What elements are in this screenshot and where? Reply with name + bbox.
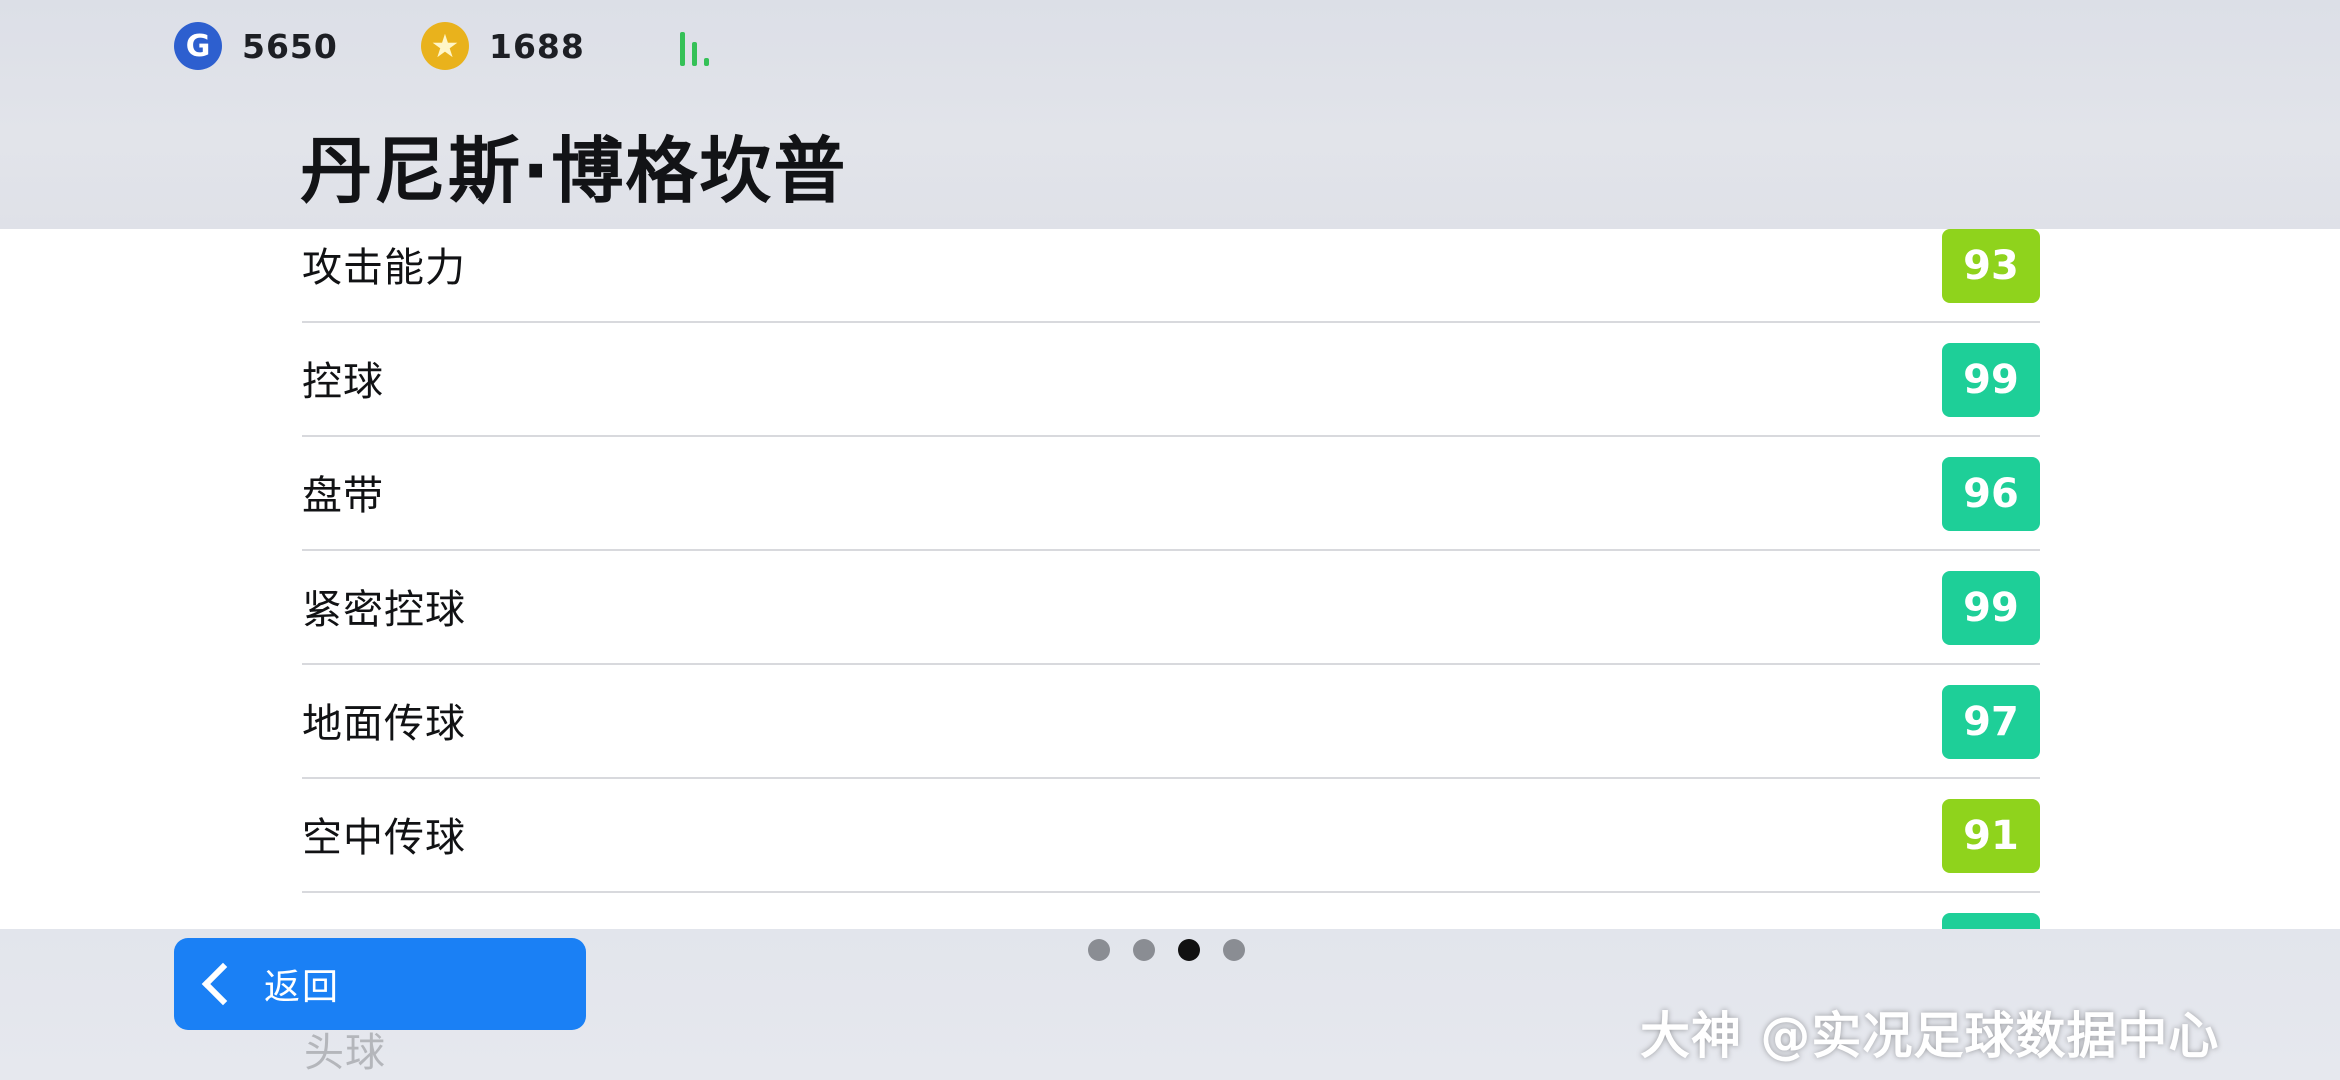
attribute-value: 99 (1942, 571, 2040, 645)
attribute-value: 95 (1942, 913, 2040, 929)
attribute-label: 射门 (302, 919, 384, 929)
attribute-label: 控球 (302, 359, 384, 405)
page-dot[interactable] (1133, 939, 1155, 961)
back-button-label: 返回 (264, 967, 341, 1008)
page-dot[interactable] (1088, 939, 1110, 961)
attribute-row: 地面传球 97 (302, 663, 2040, 779)
page-dot[interactable] (1178, 939, 1200, 961)
attribute-label: 攻击能力 (302, 245, 466, 291)
star-coin-icon: ★ (421, 22, 469, 70)
back-button[interactable]: 返回 (174, 938, 586, 1030)
attribute-row: 空中传球 91 (302, 777, 2040, 893)
attribute-label: 地面传球 (302, 701, 466, 747)
header-bar: G 5650 ★ 1688 丹尼斯·博格坎普 (0, 0, 2340, 229)
chevron-left-icon (201, 962, 245, 1006)
signal-strength-icon (680, 26, 720, 66)
gp-amount: 5650 (242, 26, 338, 66)
attribute-value: 97 (1942, 685, 2040, 759)
attribute-label: 空中传球 (302, 815, 466, 861)
attribute-value: 91 (1942, 799, 2040, 873)
attribute-row: 紧密控球 99 (302, 549, 2040, 665)
gp-counter: G 5650 (174, 22, 338, 70)
attribute-row: 控球 99 (302, 321, 2040, 437)
page-dot[interactable] (1223, 939, 1245, 961)
attribute-row: 攻击能力 93 (302, 229, 2040, 323)
coin-counter: ★ 1688 (421, 22, 585, 70)
attribute-row: 盘带 96 (302, 435, 2040, 551)
page-indicator (1088, 938, 1268, 962)
gp-coin-icon: G (174, 22, 222, 70)
attribute-label: 紧密控球 (302, 587, 466, 633)
attribute-row: 射门 95 (302, 891, 2040, 929)
attribute-value: 99 (1942, 343, 2040, 417)
attribute-list[interactable]: 攻击能力 93 控球 99 盘带 96 紧密控球 99 地面传球 97 空中传球… (0, 229, 2340, 929)
watermark: 大神 @实况足球数据中心 (1640, 1007, 2220, 1065)
attribute-value: 93 (1942, 229, 2040, 303)
attribute-value: 96 (1942, 457, 2040, 531)
player-name: 丹尼斯·博格坎普 (300, 129, 848, 213)
attribute-label: 盘带 (302, 473, 384, 519)
coin-amount: 1688 (489, 26, 585, 66)
